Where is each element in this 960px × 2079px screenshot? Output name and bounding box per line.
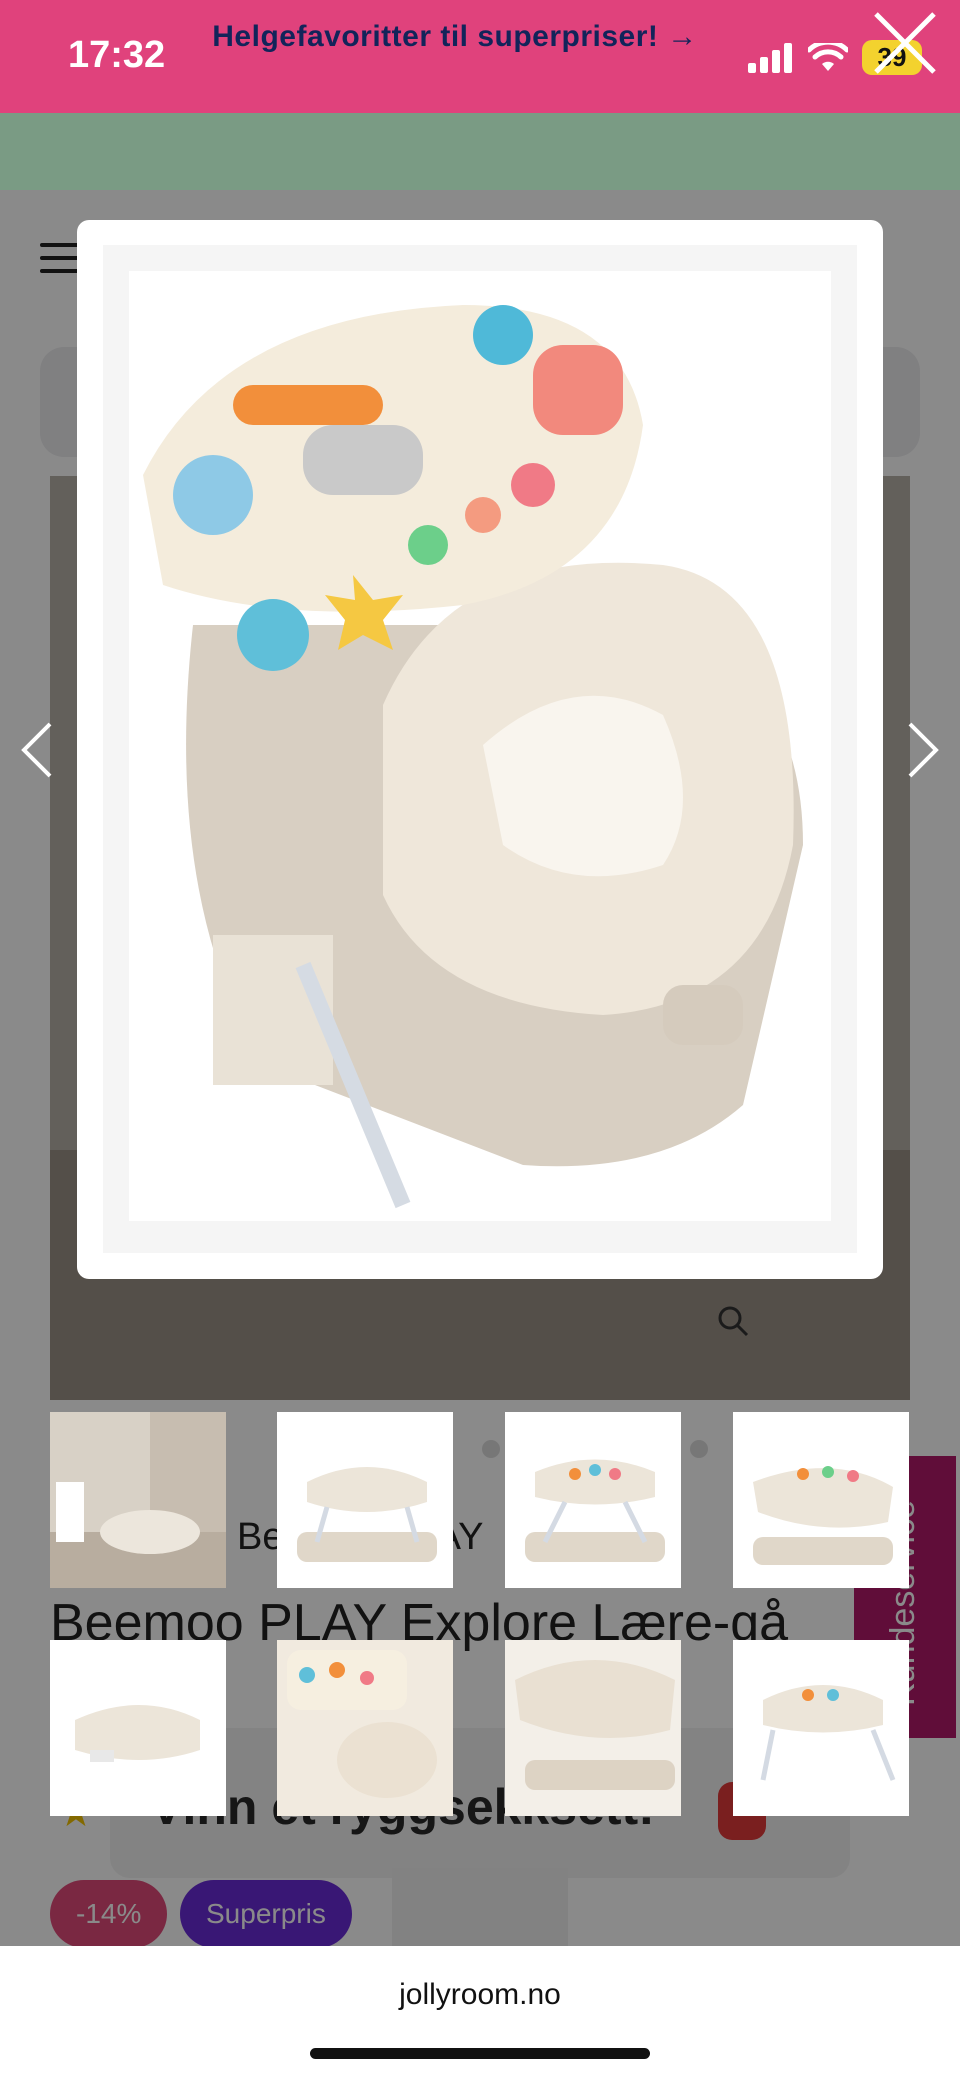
gallery-thumbnail[interactable] [505,1412,681,1588]
chevron-left-icon[interactable] [18,720,58,780]
modal-product-image[interactable] [103,245,857,1253]
promo-banner[interactable] [0,113,960,190]
gallery-thumbnail[interactable] [733,1640,909,1816]
baby-walker-illustration [129,271,831,1221]
chevron-right-icon[interactable] [902,720,942,780]
promo-banner-text[interactable]: Helgefavoritter til superpriser! → [0,20,910,54]
gallery-thumbnail[interactable] [733,1412,909,1588]
gallery-thumbnail[interactable] [277,1640,453,1816]
gallery-thumbnail[interactable] [50,1640,226,1816]
browser-url-bar[interactable] [0,1946,960,2079]
gallery-thumbnail[interactable] [277,1412,453,1588]
gallery-thumbnail[interactable] [505,1640,681,1816]
close-icon[interactable] [870,8,940,78]
home-indicator[interactable] [310,2048,650,2059]
gallery-thumbnail[interactable] [50,1412,226,1588]
url-text[interactable]: jollyroom.no [0,1978,960,2012]
